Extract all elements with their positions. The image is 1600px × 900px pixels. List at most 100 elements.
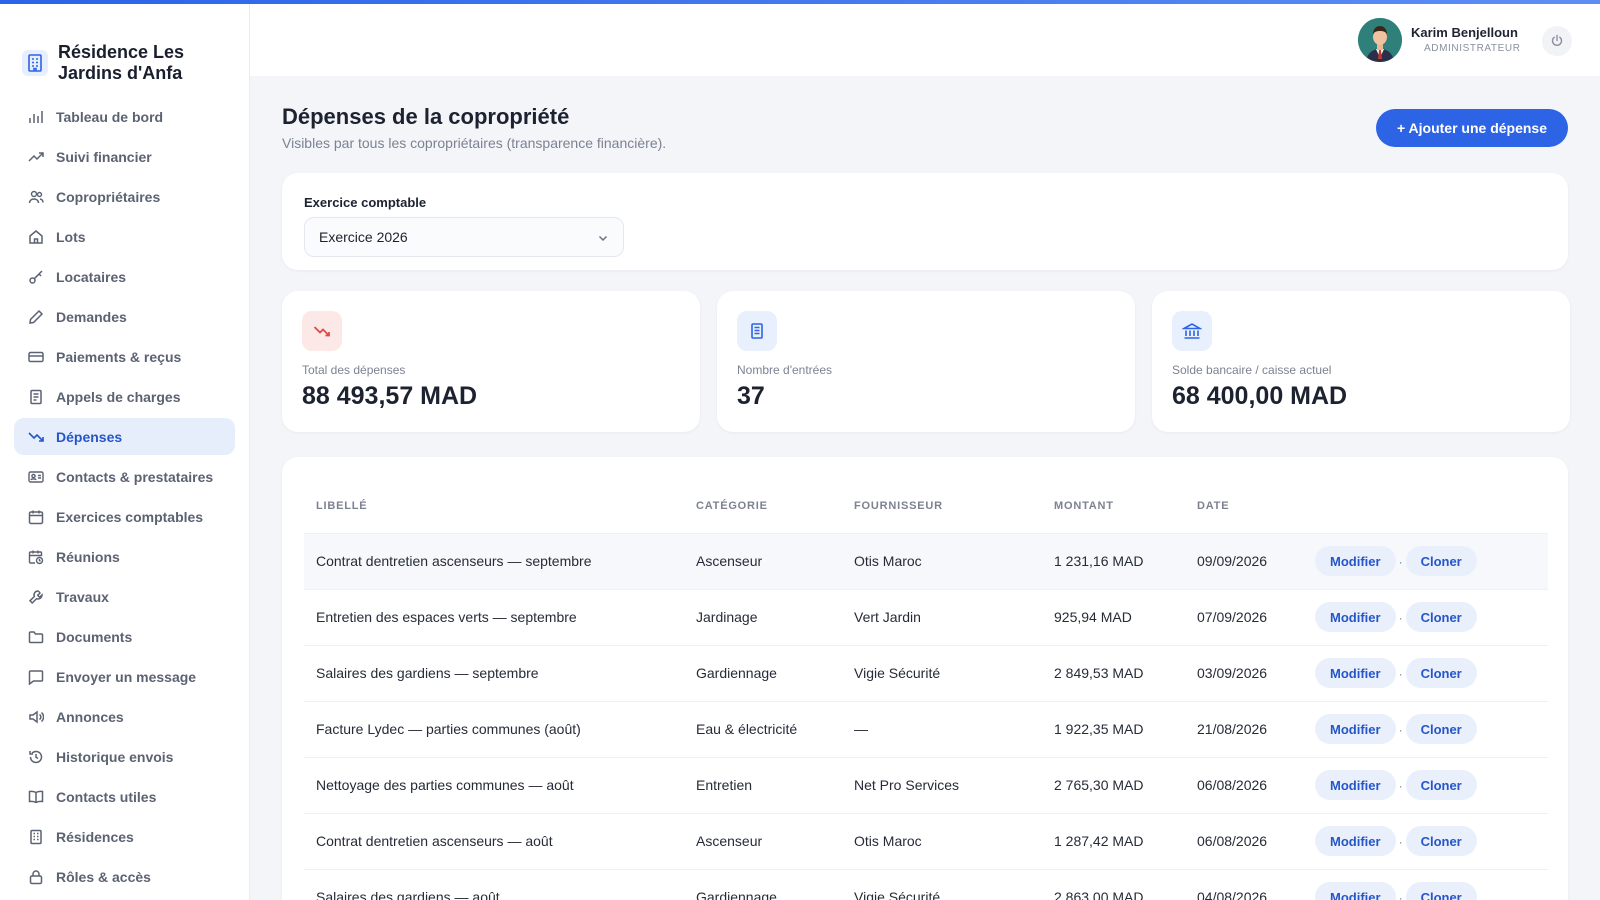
cell-fournisseur: Otis Maroc bbox=[842, 533, 1042, 590]
column-header-montant[interactable]: MONTANT bbox=[1042, 479, 1185, 534]
stat-value: 37 bbox=[737, 382, 765, 410]
clone-button[interactable]: Cloner bbox=[1405, 602, 1477, 632]
modify-button[interactable]: Modifier bbox=[1315, 714, 1396, 744]
sidebar-item-contacts-utiles[interactable]: Contacts utiles bbox=[14, 778, 235, 815]
sidebar-item-label: Contacts utiles bbox=[56, 788, 157, 805]
expenses-table-card: LIBELLÉ CATÉGORIE FOURNISSEUR MONTANT DA… bbox=[282, 457, 1568, 900]
cell-libelle: Contrat dentretien ascenseurs — août bbox=[304, 813, 684, 870]
sidebar-item-demandes[interactable]: Demandes bbox=[14, 298, 235, 335]
stat-card-total: Total des dépenses 88 493,57 MAD bbox=[282, 291, 700, 432]
sidebar-item-coproprietaires[interactable]: Copropriétaires bbox=[14, 178, 235, 215]
sidebar-item-label: Rôles & accès bbox=[56, 868, 151, 885]
column-header-categorie[interactable]: CATÉGORIE bbox=[684, 479, 842, 534]
sidebar-item-suivi-financier[interactable]: Suivi financier bbox=[14, 138, 235, 175]
sidebar-item-exercices-comptables[interactable]: Exercices comptables bbox=[14, 498, 235, 535]
sidebar-item-label: Demandes bbox=[56, 308, 127, 325]
modify-button[interactable]: Modifier bbox=[1315, 602, 1396, 632]
table-row[interactable]: Salaires des gardiens — août Gardiennage… bbox=[304, 869, 1548, 900]
cell-categorie: Gardiennage bbox=[684, 869, 842, 900]
fiscal-year-select[interactable]: Exercice 2026 bbox=[304, 217, 624, 257]
column-header-fournisseur[interactable]: FOURNISSEUR bbox=[842, 479, 1042, 534]
cell-fournisseur: Vigie Sécurité bbox=[842, 645, 1042, 702]
cell-fournisseur: Vert Jardin bbox=[842, 589, 1042, 646]
sidebar-item-label: Réunions bbox=[56, 548, 120, 565]
sidebar-item-paiements[interactable]: Paiements & reçus bbox=[14, 338, 235, 375]
power-icon bbox=[1550, 34, 1564, 48]
megaphone-icon bbox=[28, 709, 44, 725]
sidebar-item-appels-de-charges[interactable]: Appels de charges bbox=[14, 378, 235, 415]
clone-button[interactable]: Cloner bbox=[1405, 882, 1477, 900]
stat-label: Solde bancaire / caisse actuel bbox=[1172, 363, 1332, 377]
logout-button[interactable] bbox=[1542, 26, 1572, 56]
cell-date: 21/08/2026 bbox=[1185, 701, 1303, 758]
sidebar-item-label: Exercices comptables bbox=[56, 508, 204, 525]
history-icon bbox=[28, 749, 44, 765]
cell-montant: 1 922,35 MAD bbox=[1042, 701, 1185, 758]
building-icon bbox=[28, 829, 44, 845]
cell-actions: Modifier · Cloner bbox=[1303, 589, 1548, 646]
sidebar-item-reunions[interactable]: Réunions bbox=[14, 538, 235, 575]
table-row[interactable]: Contrat dentretien ascenseurs — août Asc… bbox=[304, 813, 1548, 870]
sidebar-item-roles-acces[interactable]: Rôles & accès bbox=[14, 858, 235, 895]
lock-icon bbox=[28, 869, 44, 885]
table-row[interactable]: Nettoyage des parties communes — août En… bbox=[304, 757, 1548, 814]
cell-categorie: Jardinage bbox=[684, 589, 842, 646]
message-icon bbox=[28, 669, 44, 685]
table-row[interactable]: Contrat dentretien ascenseurs — septembr… bbox=[304, 533, 1548, 590]
column-header-date[interactable]: DATE bbox=[1185, 479, 1303, 534]
clone-button[interactable]: Cloner bbox=[1405, 658, 1477, 688]
sidebar-item-contacts-prestataires[interactable]: Contacts & prestataires bbox=[14, 458, 235, 495]
table-row[interactable]: Salaires des gardiens — septembre Gardie… bbox=[304, 645, 1548, 702]
clone-button[interactable]: Cloner bbox=[1405, 826, 1477, 856]
modify-button[interactable]: Modifier bbox=[1315, 882, 1396, 900]
table-row[interactable]: Facture Lydec — parties communes (août) … bbox=[304, 701, 1548, 758]
clone-button[interactable]: Cloner bbox=[1405, 714, 1477, 744]
chevron-down-icon bbox=[597, 231, 609, 247]
folder-icon bbox=[28, 629, 44, 645]
cell-actions: Modifier · Cloner bbox=[1303, 645, 1548, 702]
sidebar-item-label: Locataires bbox=[56, 268, 127, 285]
cell-date: 06/08/2026 bbox=[1185, 813, 1303, 870]
stat-value: 88 493,57 MAD bbox=[302, 382, 478, 410]
add-expense-button[interactable]: + Ajouter une dépense bbox=[1376, 109, 1568, 147]
cell-libelle: Nettoyage des parties communes — août bbox=[304, 757, 684, 814]
sidebar-item-annonces[interactable]: Annonces bbox=[14, 698, 235, 735]
column-header-libelle[interactable]: LIBELLÉ bbox=[304, 479, 684, 534]
modify-button[interactable]: Modifier bbox=[1315, 546, 1396, 576]
cell-categorie: Entretien bbox=[684, 757, 842, 814]
sidebar-item-envoyer-message[interactable]: Envoyer un message bbox=[14, 658, 235, 695]
clone-button[interactable]: Cloner bbox=[1405, 546, 1477, 576]
column-header-actions bbox=[1303, 479, 1548, 534]
key-icon bbox=[28, 269, 44, 285]
cell-categorie: Eau & électricité bbox=[684, 701, 842, 758]
stat-label: Nombre d'entrées bbox=[737, 363, 833, 377]
cell-montant: 1 287,42 MAD bbox=[1042, 813, 1185, 870]
sidebar-item-lots[interactable]: Lots bbox=[14, 218, 235, 255]
modify-button[interactable]: Modifier bbox=[1315, 770, 1396, 800]
receipt-icon bbox=[737, 311, 777, 351]
sidebar-item-locataires[interactable]: Locataires bbox=[14, 258, 235, 295]
action-separator: · bbox=[1398, 890, 1403, 900]
brand[interactable]: Résidence Les Jardins d'Anfa bbox=[0, 4, 249, 98]
avatar[interactable] bbox=[1358, 18, 1402, 62]
action-separator: · bbox=[1398, 610, 1403, 625]
stat-card-balance: Solde bancaire / caisse actuel 68 400,00… bbox=[1152, 291, 1570, 432]
calendar-icon bbox=[28, 509, 44, 525]
table-row[interactable]: Entretien des espaces verts — septembre … bbox=[304, 589, 1548, 646]
modify-button[interactable]: Modifier bbox=[1315, 826, 1396, 856]
cell-libelle: Facture Lydec — parties communes (août) bbox=[304, 701, 684, 758]
clone-button[interactable]: Cloner bbox=[1405, 770, 1477, 800]
trend-up-icon bbox=[28, 149, 44, 165]
sidebar-item-travaux[interactable]: Travaux bbox=[14, 578, 235, 615]
sidebar-item-tableau-de-bord[interactable]: Tableau de bord bbox=[14, 98, 235, 135]
sidebar-item-documents[interactable]: Documents bbox=[14, 618, 235, 655]
sidebar-item-historique-envois[interactable]: Historique envois bbox=[14, 738, 235, 775]
modify-button[interactable]: Modifier bbox=[1315, 658, 1396, 688]
cell-actions: Modifier · Cloner bbox=[1303, 757, 1548, 814]
cell-montant: 2 849,53 MAD bbox=[1042, 645, 1185, 702]
sidebar: Résidence Les Jardins d'Anfa Tableau de … bbox=[0, 4, 250, 900]
sidebar-item-depenses[interactable]: Dépenses bbox=[14, 418, 235, 455]
sidebar-item-residences[interactable]: Résidences bbox=[14, 818, 235, 855]
cell-date: 04/08/2026 bbox=[1185, 869, 1303, 900]
user-role: ADMINISTRATEUR bbox=[1424, 43, 1521, 54]
